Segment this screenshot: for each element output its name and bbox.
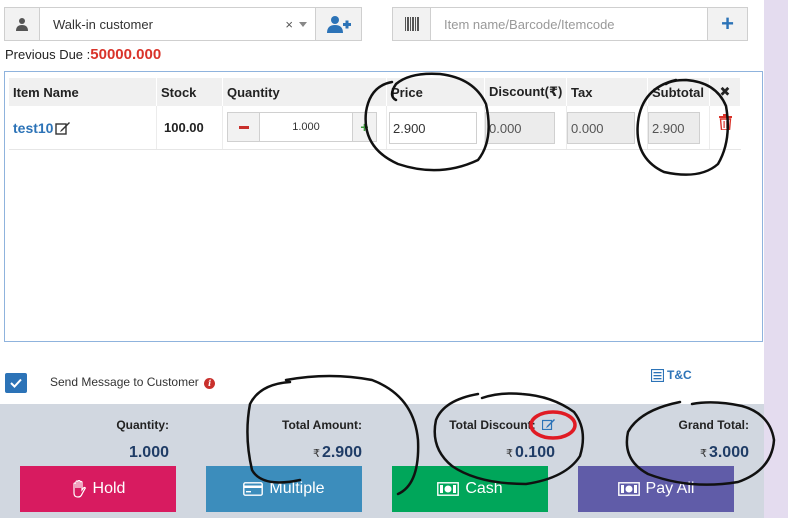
quantity-input[interactable]	[260, 113, 352, 141]
quantity-stepper: +	[227, 112, 377, 142]
checkmark-icon	[10, 378, 22, 388]
pay-all-button[interactable]: Pay All	[578, 466, 734, 512]
plus-icon: +	[360, 119, 369, 135]
info-icon: i	[204, 378, 216, 389]
tax-input[interactable]	[567, 112, 635, 144]
trash-icon[interactable]	[719, 113, 732, 130]
minus-icon	[238, 125, 249, 129]
total-discount-label-group: Total Discount:	[420, 418, 555, 432]
subtotal-input	[648, 112, 700, 144]
items-table: Item Name Stock Quantity Price Discount(…	[4, 71, 763, 342]
summary-quantity-value: 1.000	[60, 444, 169, 462]
previous-due-amount: 50000.000	[90, 46, 162, 63]
header-stock: Stock	[157, 78, 223, 106]
send-message-checkbox[interactable]	[5, 373, 27, 393]
clear-icon[interactable]: ×	[285, 17, 293, 32]
item-search-input[interactable]	[431, 8, 707, 40]
quantity-increase-button[interactable]: +	[352, 113, 376, 141]
stock-value: 100.00	[164, 120, 204, 135]
cash-label: Cash	[465, 480, 503, 497]
quantity-decrease-button[interactable]	[228, 113, 260, 141]
header-price: Price	[387, 78, 485, 106]
header-remove-icon: ✖	[710, 78, 741, 106]
tnc-label: T&C	[667, 368, 692, 382]
add-customer-button[interactable]	[315, 8, 361, 40]
summary-quantity-number: 1.000	[128, 444, 169, 461]
money-icon	[617, 482, 640, 496]
header-item-name: Item Name	[9, 78, 157, 106]
item-search-group: +	[392, 7, 748, 41]
previous-due: Previous Due :50000.000	[5, 46, 161, 63]
side-panel-strip	[764, 0, 788, 518]
customer-select[interactable]: Walk-in customer ×	[40, 8, 315, 40]
edit-discount-icon[interactable]	[542, 418, 555, 430]
pay-all-label: Pay All	[645, 480, 695, 497]
table-row: test10 100.00 +	[9, 106, 741, 150]
cash-button[interactable]: Cash	[392, 466, 548, 512]
grand-total-number: 3.000	[708, 444, 749, 461]
cell-item-name: test10	[9, 106, 157, 149]
item-name-link[interactable]: test10	[13, 120, 53, 136]
price-input[interactable]	[389, 112, 477, 144]
hand-icon	[72, 480, 86, 498]
grand-total-label: Grand Total:	[678, 418, 749, 432]
total-amount-number: 2.900	[321, 444, 362, 461]
total-amount-value: ₹2.900	[240, 444, 362, 462]
grand-total-value: ₹3.000	[620, 444, 749, 462]
header-subtotal: Subtotal	[648, 78, 710, 106]
header-quantity: Quantity	[223, 78, 387, 106]
cell-stock: 100.00	[157, 106, 223, 149]
send-message-text: Send Message to Customer	[50, 375, 199, 389]
add-item-button[interactable]: +	[707, 8, 747, 40]
list-icon	[651, 368, 664, 382]
header-tax: Tax	[567, 78, 648, 106]
cell-subtotal	[648, 106, 710, 149]
cell-quantity: +	[223, 106, 387, 149]
edit-icon[interactable]	[55, 121, 71, 135]
money-icon	[437, 482, 460, 496]
send-message-label: Send Message to Customer i	[50, 375, 216, 389]
total-discount-number: 0.100	[514, 444, 555, 461]
cell-remove	[710, 106, 741, 149]
currency-symbol: ₹	[312, 448, 320, 460]
cell-discount	[485, 106, 567, 149]
discount-input[interactable]	[485, 112, 555, 144]
customer-selector[interactable]: Walk-in customer ×	[4, 7, 362, 41]
currency-symbol: ₹	[505, 448, 513, 460]
total-discount-label: Total Discount:	[449, 418, 536, 432]
multiple-label: Multiple	[269, 480, 325, 497]
chevron-down-icon[interactable]	[299, 22, 307, 27]
total-discount-value: ₹0.100	[420, 444, 555, 462]
customer-select-value: Walk-in customer	[53, 16, 153, 32]
hold-button[interactable]: Hold	[20, 466, 176, 512]
table-header: Item Name Stock Quantity Price Discount(…	[9, 78, 741, 106]
plus-icon: +	[721, 11, 734, 36]
credit-card-icon	[243, 482, 264, 496]
tnc-link[interactable]: T&C	[651, 368, 692, 382]
summary-quantity-label: Quantity:	[116, 418, 169, 432]
barcode-icon	[393, 8, 431, 40]
hold-label: Hold	[92, 480, 126, 497]
total-amount-label: Total Amount:	[282, 418, 362, 432]
add-user-icon	[326, 16, 351, 33]
user-icon	[5, 8, 40, 40]
currency-symbol: ₹	[699, 448, 707, 460]
cell-price	[387, 106, 485, 149]
previous-due-label: Previous Due :	[5, 47, 91, 62]
cell-tax	[567, 106, 648, 149]
header-discount: Discount(₹)	[485, 78, 567, 106]
multiple-payment-button[interactable]: Multiple	[206, 466, 362, 512]
